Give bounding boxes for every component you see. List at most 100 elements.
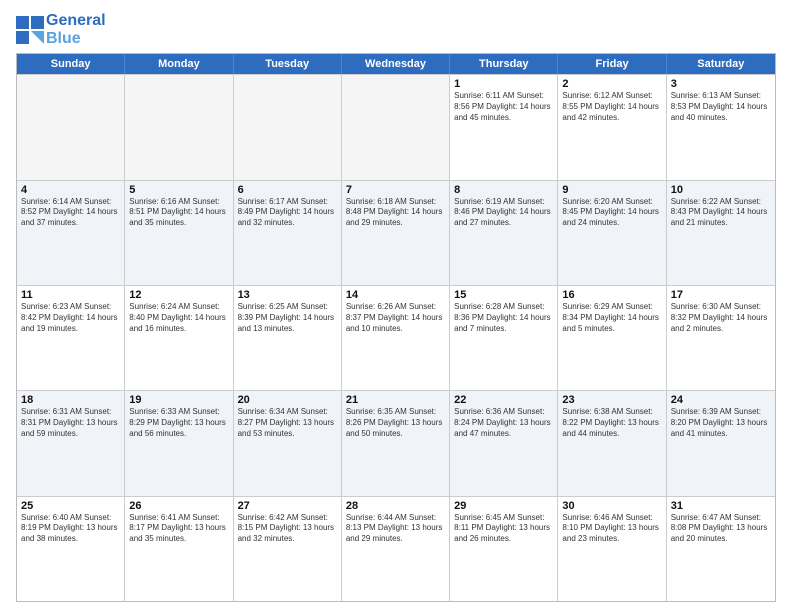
calendar-day-4: 4Sunrise: 6:14 AM Sunset: 8:52 PM Daylig… [17,181,125,285]
day-number: 7 [346,184,445,196]
calendar-day-6: 6Sunrise: 6:17 AM Sunset: 8:49 PM Daylig… [234,181,342,285]
day-info: Sunrise: 6:13 AM Sunset: 8:53 PM Dayligh… [671,91,771,123]
day-info: Sunrise: 6:11 AM Sunset: 8:56 PM Dayligh… [454,91,553,123]
day-number: 19 [129,394,228,406]
calendar-row-5: 25Sunrise: 6:40 AM Sunset: 8:19 PM Dayli… [17,496,775,601]
day-info: Sunrise: 6:47 AM Sunset: 8:08 PM Dayligh… [671,513,771,545]
day-number: 4 [21,184,120,196]
day-info: Sunrise: 6:22 AM Sunset: 8:43 PM Dayligh… [671,197,771,229]
day-info: Sunrise: 6:41 AM Sunset: 8:17 PM Dayligh… [129,513,228,545]
day-info: Sunrise: 6:33 AM Sunset: 8:29 PM Dayligh… [129,407,228,439]
day-number: 20 [238,394,337,406]
day-number: 28 [346,500,445,512]
calendar-day-31: 31Sunrise: 6:47 AM Sunset: 8:08 PM Dayli… [667,497,775,601]
calendar-day-26: 26Sunrise: 6:41 AM Sunset: 8:17 PM Dayli… [125,497,233,601]
day-info: Sunrise: 6:40 AM Sunset: 8:19 PM Dayligh… [21,513,120,545]
day-info: Sunrise: 6:44 AM Sunset: 8:13 PM Dayligh… [346,513,445,545]
weekday-header-tuesday: Tuesday [234,54,342,74]
calendar-day-30: 30Sunrise: 6:46 AM Sunset: 8:10 PM Dayli… [558,497,666,601]
day-number: 3 [671,78,771,90]
day-info: Sunrise: 6:38 AM Sunset: 8:22 PM Dayligh… [562,407,661,439]
weekday-header-saturday: Saturday [667,54,775,74]
day-info: Sunrise: 6:45 AM Sunset: 8:11 PM Dayligh… [454,513,553,545]
day-info: Sunrise: 6:16 AM Sunset: 8:51 PM Dayligh… [129,197,228,229]
day-info: Sunrise: 6:20 AM Sunset: 8:45 PM Dayligh… [562,197,661,229]
logo-icon [16,16,44,44]
calendar-day-9: 9Sunrise: 6:20 AM Sunset: 8:45 PM Daylig… [558,181,666,285]
calendar-day-18: 18Sunrise: 6:31 AM Sunset: 8:31 PM Dayli… [17,391,125,495]
calendar-row-1: 1Sunrise: 6:11 AM Sunset: 8:56 PM Daylig… [17,74,775,179]
day-info: Sunrise: 6:30 AM Sunset: 8:32 PM Dayligh… [671,302,771,334]
day-number: 27 [238,500,337,512]
day-info: Sunrise: 6:31 AM Sunset: 8:31 PM Dayligh… [21,407,120,439]
day-info: Sunrise: 6:42 AM Sunset: 8:15 PM Dayligh… [238,513,337,545]
day-number: 12 [129,289,228,301]
calendar-cell-empty [234,75,342,179]
logo-text: General Blue [46,12,106,47]
day-info: Sunrise: 6:35 AM Sunset: 8:26 PM Dayligh… [346,407,445,439]
calendar-row-2: 4Sunrise: 6:14 AM Sunset: 8:52 PM Daylig… [17,180,775,285]
day-info: Sunrise: 6:36 AM Sunset: 8:24 PM Dayligh… [454,407,553,439]
calendar-row-3: 11Sunrise: 6:23 AM Sunset: 8:42 PM Dayli… [17,285,775,390]
calendar-day-15: 15Sunrise: 6:28 AM Sunset: 8:36 PM Dayli… [450,286,558,390]
day-number: 6 [238,184,337,196]
day-number: 1 [454,78,553,90]
calendar-day-1: 1Sunrise: 6:11 AM Sunset: 8:56 PM Daylig… [450,75,558,179]
day-number: 13 [238,289,337,301]
day-number: 25 [21,500,120,512]
logo: General Blue [16,12,106,47]
day-info: Sunrise: 6:26 AM Sunset: 8:37 PM Dayligh… [346,302,445,334]
day-number: 11 [21,289,120,301]
day-info: Sunrise: 6:29 AM Sunset: 8:34 PM Dayligh… [562,302,661,334]
calendar-day-22: 22Sunrise: 6:36 AM Sunset: 8:24 PM Dayli… [450,391,558,495]
calendar-cell-empty [342,75,450,179]
day-number: 22 [454,394,553,406]
day-info: Sunrise: 6:28 AM Sunset: 8:36 PM Dayligh… [454,302,553,334]
weekday-header-thursday: Thursday [450,54,558,74]
header: General Blue [16,12,776,47]
day-number: 29 [454,500,553,512]
calendar-day-8: 8Sunrise: 6:19 AM Sunset: 8:46 PM Daylig… [450,181,558,285]
day-info: Sunrise: 6:25 AM Sunset: 8:39 PM Dayligh… [238,302,337,334]
day-number: 14 [346,289,445,301]
calendar-row-4: 18Sunrise: 6:31 AM Sunset: 8:31 PM Dayli… [17,390,775,495]
calendar-day-27: 27Sunrise: 6:42 AM Sunset: 8:15 PM Dayli… [234,497,342,601]
day-info: Sunrise: 6:17 AM Sunset: 8:49 PM Dayligh… [238,197,337,229]
calendar-day-14: 14Sunrise: 6:26 AM Sunset: 8:37 PM Dayli… [342,286,450,390]
calendar-day-19: 19Sunrise: 6:33 AM Sunset: 8:29 PM Dayli… [125,391,233,495]
calendar-day-23: 23Sunrise: 6:38 AM Sunset: 8:22 PM Dayli… [558,391,666,495]
day-number: 26 [129,500,228,512]
day-info: Sunrise: 6:46 AM Sunset: 8:10 PM Dayligh… [562,513,661,545]
weekday-header-monday: Monday [125,54,233,74]
calendar-day-10: 10Sunrise: 6:22 AM Sunset: 8:43 PM Dayli… [667,181,775,285]
day-number: 8 [454,184,553,196]
calendar-day-24: 24Sunrise: 6:39 AM Sunset: 8:20 PM Dayli… [667,391,775,495]
weekday-header-sunday: Sunday [17,54,125,74]
day-number: 30 [562,500,661,512]
day-number: 15 [454,289,553,301]
weekday-header-wednesday: Wednesday [342,54,450,74]
day-info: Sunrise: 6:12 AM Sunset: 8:55 PM Dayligh… [562,91,661,123]
day-number: 5 [129,184,228,196]
day-number: 21 [346,394,445,406]
calendar-day-29: 29Sunrise: 6:45 AM Sunset: 8:11 PM Dayli… [450,497,558,601]
day-info: Sunrise: 6:23 AM Sunset: 8:42 PM Dayligh… [21,302,120,334]
page: General Blue SundayMondayTuesdayWednesda… [0,0,792,612]
calendar-day-3: 3Sunrise: 6:13 AM Sunset: 8:53 PM Daylig… [667,75,775,179]
day-number: 24 [671,394,771,406]
day-number: 17 [671,289,771,301]
calendar-day-25: 25Sunrise: 6:40 AM Sunset: 8:19 PM Dayli… [17,497,125,601]
calendar-day-21: 21Sunrise: 6:35 AM Sunset: 8:26 PM Dayli… [342,391,450,495]
calendar-day-12: 12Sunrise: 6:24 AM Sunset: 8:40 PM Dayli… [125,286,233,390]
calendar-header-row: SundayMondayTuesdayWednesdayThursdayFrid… [17,54,775,74]
calendar: SundayMondayTuesdayWednesdayThursdayFrid… [16,53,776,602]
calendar-day-17: 17Sunrise: 6:30 AM Sunset: 8:32 PM Dayli… [667,286,775,390]
calendar-day-28: 28Sunrise: 6:44 AM Sunset: 8:13 PM Dayli… [342,497,450,601]
calendar-day-7: 7Sunrise: 6:18 AM Sunset: 8:48 PM Daylig… [342,181,450,285]
calendar-day-13: 13Sunrise: 6:25 AM Sunset: 8:39 PM Dayli… [234,286,342,390]
calendar-day-20: 20Sunrise: 6:34 AM Sunset: 8:27 PM Dayli… [234,391,342,495]
day-info: Sunrise: 6:39 AM Sunset: 8:20 PM Dayligh… [671,407,771,439]
day-info: Sunrise: 6:34 AM Sunset: 8:27 PM Dayligh… [238,407,337,439]
day-info: Sunrise: 6:18 AM Sunset: 8:48 PM Dayligh… [346,197,445,229]
day-number: 18 [21,394,120,406]
